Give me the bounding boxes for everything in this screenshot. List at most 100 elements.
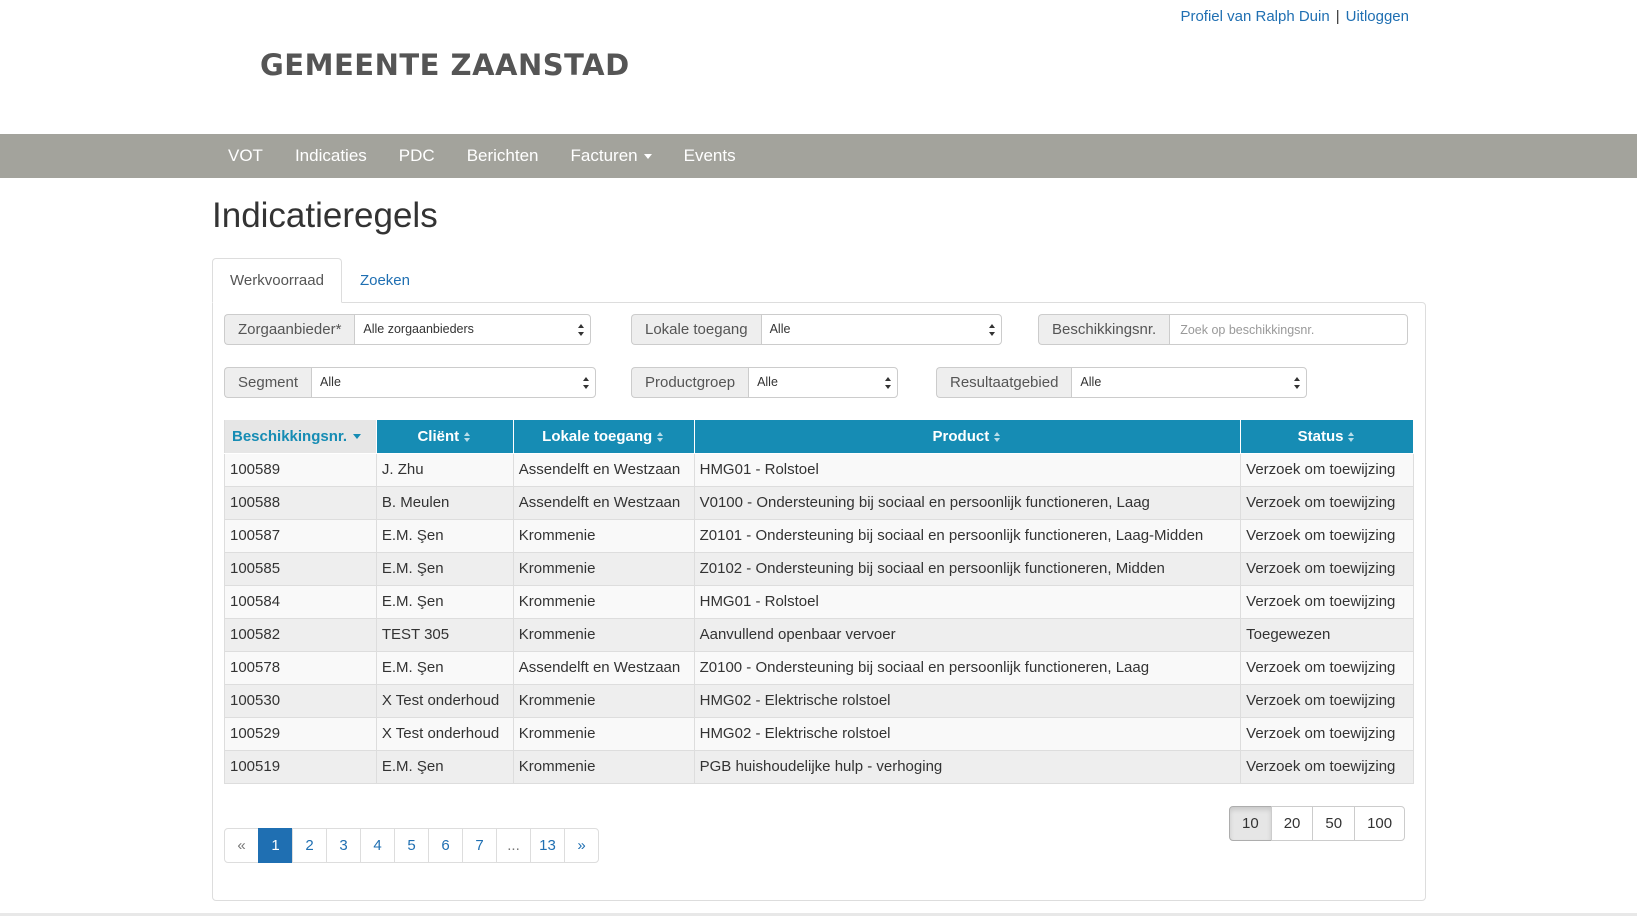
filter-segment-label: Segment xyxy=(224,367,312,398)
cell-lokale-toegang: Assendelft en Westzaan xyxy=(512,452,695,487)
cell-beschikkingsnr: 100582 xyxy=(224,617,377,652)
sort-icon xyxy=(464,431,472,442)
cell-product: Z0102 - Ondersteuning bij sociaal en per… xyxy=(693,551,1242,586)
cell-client: E.M. Şen xyxy=(375,584,514,619)
table-row[interactable]: 100589 J. Zhu Assendelft en Westzaan HMG… xyxy=(224,452,1414,487)
cell-lokale-toegang: Krommenie xyxy=(512,617,695,652)
pagination-page-5[interactable]: 5 xyxy=(394,828,429,863)
table-row[interactable]: 100587 E.M. Şen Krommenie Z0101 - Onders… xyxy=(224,518,1414,553)
pagination-page-7[interactable]: 7 xyxy=(462,828,497,863)
table-row[interactable]: 100529 X Test onderhoud Krommenie HMG02 … xyxy=(224,716,1414,751)
lokale-toegang-select[interactable]: Alle xyxy=(760,314,1002,345)
cell-client: TEST 305 xyxy=(375,617,514,652)
cell-beschikkingsnr: 100519 xyxy=(224,749,377,784)
cell-lokale-toegang: Assendelft en Westzaan xyxy=(512,650,695,685)
segment-select-value: Alle xyxy=(320,375,341,389)
nav-item-pdc[interactable]: PDC xyxy=(383,134,451,178)
nav-item-facturen[interactable]: Facturen xyxy=(555,134,668,178)
link-separator: | xyxy=(1335,8,1340,25)
pagination-page-4[interactable]: 4 xyxy=(360,828,395,863)
productgroep-select[interactable]: Alle xyxy=(748,367,899,398)
column-header-label: Beschikkingsnr. xyxy=(232,427,348,445)
cell-client: E.M. Şen xyxy=(375,749,514,784)
table-row[interactable]: 100584 E.M. Şen Krommenie HMG01 - Rolsto… xyxy=(224,584,1414,619)
zorgaanbieder-select[interactable]: Alle zorgaanbieders xyxy=(354,314,592,345)
pagination-next[interactable]: » xyxy=(564,828,599,863)
page-size-50-button[interactable]: 50 xyxy=(1312,806,1356,841)
brand-logo-text[interactable]: GEMEENTE ZAANSTAD xyxy=(260,48,630,82)
resultaatgebied-select-value: Alle xyxy=(1080,375,1102,389)
filter-productgroep: Productgroep Alle xyxy=(631,367,899,398)
filter-beschikkingsnr-label: Beschikkingsnr. xyxy=(1038,314,1170,345)
column-header-label: Product xyxy=(932,427,990,445)
cell-product: HMG01 - Rolstoel xyxy=(693,452,1242,487)
cell-client: X Test onderhoud xyxy=(375,716,514,751)
page-size-10-button[interactable]: 10 xyxy=(1229,806,1272,841)
pagination-page-3[interactable]: 3 xyxy=(326,828,361,863)
beschikkingsnr-search-input[interactable] xyxy=(1169,314,1409,345)
caret-down-icon xyxy=(643,153,652,159)
column-header-label: Cliënt xyxy=(417,427,460,445)
table-header-row: Beschikkingsnr. Cliënt Lokale toegang Pr… xyxy=(224,420,1414,454)
table-row[interactable]: 100588 B. Meulen Assendelft en Westzaan … xyxy=(224,485,1414,520)
column-header-status[interactable]: Status xyxy=(1240,420,1414,454)
pagination-ellipsis: ... xyxy=(496,828,531,863)
page-size-100-button[interactable]: 100 xyxy=(1354,806,1406,841)
nav-item-events[interactable]: Events xyxy=(668,134,752,178)
pagination-page-13[interactable]: 13 xyxy=(530,828,565,863)
cell-lokale-toegang: Krommenie xyxy=(512,749,695,784)
main-navbar: VOT Indicaties PDC Berichten Facturen Ev… xyxy=(0,134,1637,178)
cell-lokale-toegang: Krommenie xyxy=(512,551,695,586)
productgroep-select-value: Alle xyxy=(757,375,778,389)
sort-icon xyxy=(994,431,1002,442)
table-row[interactable]: 100530 X Test onderhoud Krommenie HMG02 … xyxy=(224,683,1414,718)
column-header-product[interactable]: Product xyxy=(693,420,1242,454)
column-header-beschikkingsnr[interactable]: Beschikkingsnr. xyxy=(224,420,377,454)
nav-item-berichten[interactable]: Berichten xyxy=(451,134,555,178)
cell-status: Verzoek om toewijzing xyxy=(1240,452,1414,487)
table-row[interactable]: 100519 E.M. Şen Krommenie PGB huishoudel… xyxy=(224,749,1414,784)
page-size-selector: 10 20 50 100 xyxy=(1229,806,1406,841)
filter-lokale-toegang: Lokale toegang Alle xyxy=(631,314,1002,345)
resultaatgebied-select[interactable]: Alle xyxy=(1071,367,1308,398)
pagination-page-6[interactable]: 6 xyxy=(428,828,463,863)
pagination: « 1 2 3 4 5 6 7 ... 13 » xyxy=(224,828,599,863)
table-row[interactable]: 100578 E.M. Şen Assendelft en Westzaan Z… xyxy=(224,650,1414,685)
filter-lokale-toegang-label: Lokale toegang xyxy=(631,314,761,345)
tab-werkvoorraad[interactable]: Werkvoorraad xyxy=(212,258,342,303)
segment-select[interactable]: Alle xyxy=(311,367,597,398)
filter-resultaatgebied-label: Resultaatgebied xyxy=(936,367,1072,398)
sort-icon xyxy=(657,431,665,442)
nav-item-facturen-label: Facturen xyxy=(570,146,638,165)
cell-beschikkingsnr: 100529 xyxy=(224,716,377,751)
cell-product: HMG01 - Rolstoel xyxy=(693,584,1242,619)
cell-client: E.M. Şen xyxy=(375,551,514,586)
cell-status: Toegewezen xyxy=(1240,617,1414,652)
nav-item-vot[interactable]: VOT xyxy=(212,134,279,178)
cell-client: X Test onderhoud xyxy=(375,683,514,718)
pagination-prev[interactable]: « xyxy=(224,828,259,863)
select-arrows-icon xyxy=(885,376,892,390)
profile-link[interactable]: Profiel van Ralph Duin xyxy=(1180,8,1329,25)
pagination-page-1[interactable]: 1 xyxy=(258,828,293,863)
cell-beschikkingsnr: 100530 xyxy=(224,683,377,718)
table-row[interactable]: 100582 TEST 305 Krommenie Aanvullend ope… xyxy=(224,617,1414,652)
cell-beschikkingsnr: 100584 xyxy=(224,584,377,619)
column-header-client[interactable]: Cliënt xyxy=(375,420,514,454)
pagination-page-2[interactable]: 2 xyxy=(292,828,327,863)
cell-lokale-toegang: Krommenie xyxy=(512,518,695,553)
cell-client: J. Zhu xyxy=(375,452,514,487)
cell-status: Verzoek om toewijzing xyxy=(1240,716,1414,751)
select-arrows-icon xyxy=(988,323,995,337)
table-row[interactable]: 100585 E.M. Şen Krommenie Z0102 - Onders… xyxy=(224,551,1414,586)
tab-zoeken[interactable]: Zoeken xyxy=(342,258,428,303)
cell-status: Verzoek om toewijzing xyxy=(1240,518,1414,553)
column-header-lokale-toegang[interactable]: Lokale toegang xyxy=(512,420,695,454)
cell-product: HMG02 - Elektrische rolstoel xyxy=(693,683,1242,718)
page-size-20-button[interactable]: 20 xyxy=(1270,806,1314,841)
cell-product: Z0100 - Ondersteuning bij sociaal en per… xyxy=(693,650,1242,685)
nav-item-indicaties[interactable]: Indicaties xyxy=(279,134,383,178)
filter-productgroep-label: Productgroep xyxy=(631,367,749,398)
logout-link[interactable]: Uitloggen xyxy=(1346,8,1409,25)
page-title: Indicatieregels xyxy=(212,196,438,235)
